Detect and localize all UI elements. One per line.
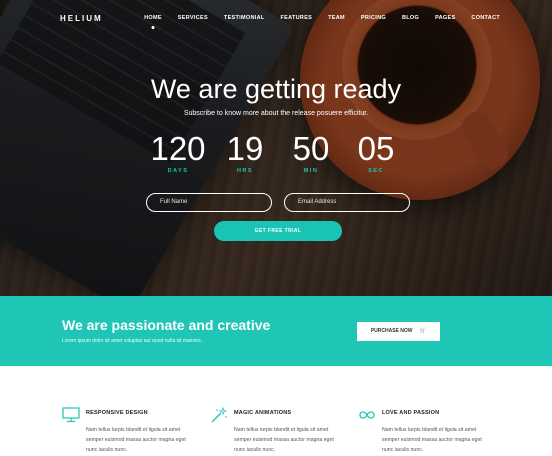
hero-section: HELIUM HOME SERVICES TESTIMONIAL FEATURE… [0,0,552,296]
minutes-value: 50 [292,130,330,167]
promo-band: We are passionate and creative Lorem ips… [0,296,552,366]
countdown-minutes: 50 MIN [276,130,346,175]
purchase-now-button[interactable]: PURCHASE NOW 🛒 [357,322,440,341]
feature-title: RESPONSIVE DESIGN [86,410,148,416]
hours-label: HRS [236,168,254,174]
feature-title: LOVE AND PASSION [382,410,440,416]
magic-wand-icon [211,407,228,423]
monitor-icon [62,407,80,423]
nav-contact[interactable]: CONTACT [471,15,500,21]
main-menu: HOME SERVICES TESTIMONIAL FEATURES TEAM … [128,15,500,21]
infinity-icon [359,411,375,419]
nav-testimonial[interactable]: TESTIMONIAL [224,15,265,21]
feature-text: Nam tellus turpis blandit et ligula sit … [234,427,334,453]
days-label: DAYS [167,168,189,174]
free-trial-button[interactable]: GET FREE TRIAL [214,221,342,241]
nav-pages[interactable]: PAGES [435,15,455,21]
band-title: We are passionate and creative [62,317,271,333]
band-text: Lorem ipsum dolor sit amet voluptas aut … [62,338,203,344]
countdown-hours: 19 HRS [210,130,280,175]
top-navbar: HELIUM HOME SERVICES TESTIMONIAL FEATURE… [0,0,552,36]
seconds-label: SEC [368,168,384,174]
cart-icon: 🛒 [419,328,427,334]
minutes-label: MIN [303,168,319,174]
nav-services[interactable]: SERVICES [178,15,208,21]
purchase-label: PURCHASE NOW [370,328,413,334]
hero-subtitle: Subscribe to know more about the release… [183,110,369,117]
nav-features[interactable]: FEATURES [281,15,313,21]
hero-headline: We are getting ready [150,74,402,104]
days-value: 120 [150,130,206,167]
nav-team[interactable]: TEAM [328,15,345,21]
hours-value: 19 [226,130,264,167]
email-input[interactable]: Email Address [284,193,410,212]
nav-blog[interactable]: BLOG [402,15,419,21]
full-name-input[interactable]: Full Name [146,193,272,212]
feature-text: Nam tellus turpis blandit et ligula sit … [86,427,186,453]
brand-logo[interactable]: HELIUM [60,14,103,23]
nav-pricing[interactable]: PRICING [361,15,386,21]
countdown-days: 120 DAYS [143,130,213,175]
feature-text: Nam tellus turpis blandit et ligula sit … [382,427,482,453]
feature-title: MAGIC ANIMATIONS [234,410,292,416]
nav-home[interactable]: HOME [144,15,162,21]
seconds-value: 05 [357,130,395,167]
countdown-seconds: 05 SEC [341,130,411,175]
